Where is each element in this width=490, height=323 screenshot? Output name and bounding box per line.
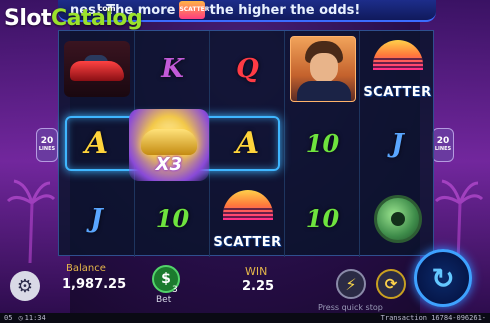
symbol-cell: J: [59, 181, 134, 256]
turbocharger-symbol-icon: [373, 194, 422, 243]
lightning-icon: ⚡: [345, 274, 357, 294]
dollar-icon: $: [161, 271, 171, 287]
reel-4: 10 10: [284, 31, 359, 257]
gear-icon: ⚙: [16, 275, 34, 297]
lines-badge-right: 20 LINES: [432, 128, 454, 162]
logo-suffix: com: [98, 4, 116, 13]
lines-label: LINES: [434, 146, 452, 153]
symbol-cell: J: [360, 106, 435, 181]
symbol-q: Q: [236, 53, 259, 84]
status-left: 05: [4, 314, 13, 322]
symbol-cell: [285, 31, 360, 106]
symbol-10: 10: [305, 129, 340, 158]
symbol-10: 10: [155, 204, 190, 233]
symbol-cell: SCATTER: [360, 31, 435, 106]
site-logo: SlotCatalog com: [4, 4, 143, 31]
sunset-icon: [372, 39, 423, 70]
symbol-10: 10: [305, 204, 340, 233]
scatter-symbol: SCATTER: [363, 38, 432, 100]
clock-icon: ◷: [18, 314, 23, 322]
win-label: WIN: [245, 265, 268, 278]
symbol-cell: K: [135, 31, 210, 106]
symbol-cell: SCATTER: [210, 181, 285, 256]
lines-label: LINES: [38, 146, 56, 153]
symbol-cell: 10: [135, 181, 210, 256]
palm-tree-left-icon: [6, 179, 56, 263]
scatter-label: SCATTER: [213, 234, 282, 250]
reel-grid: A J K 10 Q A SCATTER 10 10 SCATTER J X3: [58, 30, 434, 257]
bet-label: Bet: [156, 295, 172, 305]
symbol-cell: [360, 181, 435, 256]
scatter-symbol: SCATTER: [213, 188, 282, 250]
quick-stop-hint: Press quick stop: [318, 303, 383, 312]
symbol-k: K: [161, 53, 184, 84]
sunset-icon: [222, 189, 273, 220]
autoplay-icon: ⟳: [384, 275, 398, 293]
red-car-symbol-icon: [63, 40, 130, 97]
gold-car-icon: [141, 129, 197, 155]
balance-label: Balance: [66, 263, 106, 274]
ticker-text-after: the higher the odds!: [209, 2, 361, 18]
turbo-button[interactable]: ⚡: [336, 269, 366, 299]
driver-portrait-symbol-icon: [289, 35, 356, 102]
reel-5: SCATTER J: [359, 31, 434, 257]
symbol-j: J: [391, 128, 404, 159]
logo-part-slot: Slot: [4, 6, 52, 31]
symbol-cell: 10: [285, 181, 360, 256]
logo-part-catalog: Catalog: [51, 6, 143, 31]
spin-icon: ↻: [431, 261, 455, 295]
status-bar: 05 ◷ 11:34 Transaction 16784-096261-: [0, 313, 490, 323]
multiplier-label: X3: [155, 154, 183, 175]
lines-badge-left: 20 LINES: [36, 128, 58, 162]
scatter-mini-icon: SCATTER: [179, 1, 209, 19]
autoplay-button[interactable]: ⟳: [376, 269, 406, 299]
wild-car-symbol: X3: [129, 109, 209, 181]
scatter-label: SCATTER: [363, 84, 432, 100]
win-value: 2.25: [242, 279, 275, 294]
symbol-j: J: [90, 203, 103, 234]
symbol-cell: [59, 31, 134, 106]
symbol-cell: Q: [210, 31, 285, 106]
bet-value: 3: [172, 285, 178, 295]
status-time: 11:34: [24, 314, 46, 322]
spin-button[interactable]: ↻: [414, 249, 472, 307]
symbol-cell: 10: [285, 106, 360, 181]
transaction-id: Transaction 16784-096261-: [380, 314, 486, 322]
settings-button[interactable]: ⚙: [10, 271, 40, 301]
control-bar: ⚙ Balance 1,987.25 $ 3 Bet WIN 2.25 ⚡ ⟳ …: [0, 249, 490, 313]
balance-value: 1,987.25: [62, 277, 127, 292]
